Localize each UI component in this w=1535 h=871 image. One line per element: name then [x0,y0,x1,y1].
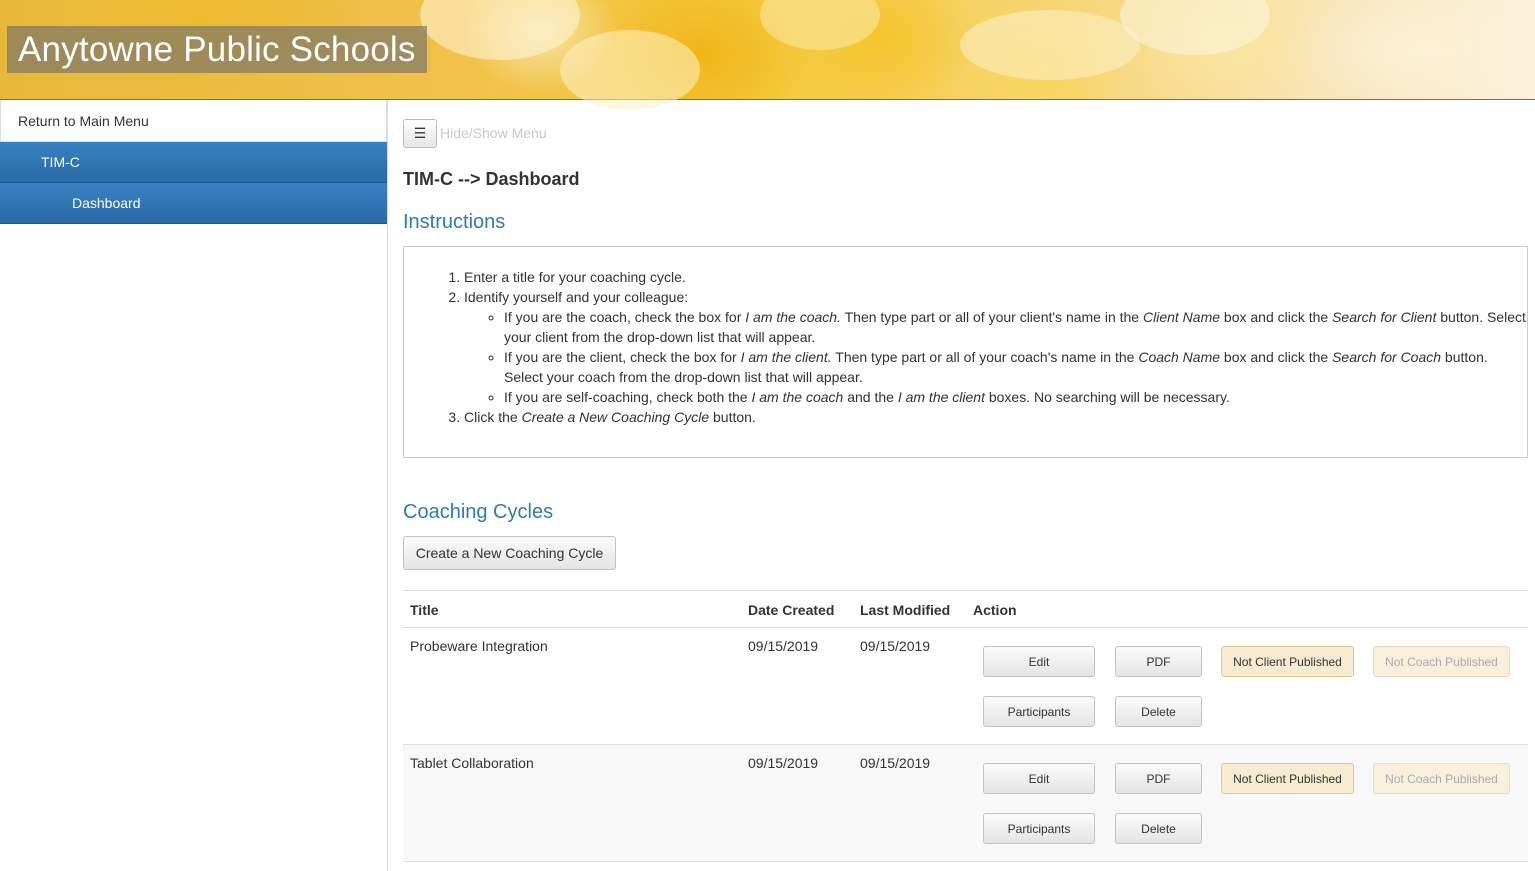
cycle-last-modified: 09/15/2019 [860,755,931,771]
table-header: Title Date Created Last Modified Action [403,590,1528,628]
column-header-date-created: Date Created [748,602,835,618]
coaching-cycles-table: Title Date Created Last Modified Action … [403,590,1528,862]
instruction-step: Enter a title for your coaching cycle. [464,267,1527,287]
flower-petal [1120,0,1270,55]
instruction-bullet: If you are self-coaching, check both the… [504,387,1527,407]
not-client-published-button[interactable]: Not Client Published [1221,763,1354,794]
edit-button[interactable]: Edit [983,646,1095,677]
not-coach-published-button: Not Coach Published [1373,646,1510,677]
cycle-date-created: 09/15/2019 [748,755,819,771]
cycle-date-created: 09/15/2019 [748,638,819,654]
sidebar-item-tim-c[interactable]: TIM-C [0,142,387,183]
table-row: Tablet Collaboration 09/15/2019 09/15/20… [403,745,1528,862]
delete-button[interactable]: Delete [1115,813,1202,844]
cycle-title: Tablet Collaboration [410,755,534,771]
sidebar-item-dashboard[interactable]: Dashboard [0,183,387,224]
instructions-heading: Instructions [403,211,506,233]
coaching-cycles-heading: Coaching Cycles [403,501,554,523]
header-banner: Anytowne Public Schools [0,0,1535,110]
participants-button[interactable]: Participants [983,696,1095,727]
pdf-button[interactable]: PDF [1115,763,1202,794]
instruction-bullet: If you are the client, check the box for… [504,347,1527,387]
column-header-action: Action [973,602,1017,618]
column-header-last-modified: Last Modified [860,602,951,618]
not-coach-published-button: Not Coach Published [1373,763,1510,794]
site-title: Anytowne Public Schools [7,26,427,73]
participants-button[interactable]: Participants [983,813,1095,844]
sidebar-item-return-main-menu[interactable]: Return to Main Menu [0,100,387,142]
instructions-box: Enter a title for your coaching cycle. I… [403,246,1528,458]
hamburger-icon: ☰ [413,125,427,141]
edit-button[interactable]: Edit [983,763,1095,794]
flower-petal [560,30,700,110]
instructions-list: Enter a title for your coaching cycle. I… [464,267,1527,427]
instruction-sublist: If you are the coach, check the box for … [504,307,1527,407]
not-client-published-button[interactable]: Not Client Published [1221,646,1354,677]
hamburger-menu-button[interactable]: ☰ [403,119,437,148]
instruction-step: Click the Create a New Coaching Cycle bu… [464,407,1527,427]
instruction-step: Identify yourself and your colleague: If… [464,287,1527,407]
page-title: TIM-C --> Dashboard [403,169,580,189]
instruction-bullet: If you are the coach, check the box for … [504,307,1527,347]
create-coaching-cycle-button[interactable]: Create a New Coaching Cycle [403,536,616,570]
column-header-title: Title [410,602,439,618]
hide-show-menu-label[interactable]: Hide/Show Menu [440,125,547,141]
sidebar: Return to Main Menu TIM-C Dashboard [0,100,388,871]
flower-petal [420,0,580,60]
delete-button[interactable]: Delete [1115,696,1202,727]
flower-petal [960,10,1140,80]
cycle-last-modified: 09/15/2019 [860,638,931,654]
flower-petal [760,0,880,50]
pdf-button[interactable]: PDF [1115,646,1202,677]
table-row: Probeware Integration 09/15/2019 09/15/2… [403,628,1528,745]
cycle-title: Probeware Integration [410,638,548,654]
